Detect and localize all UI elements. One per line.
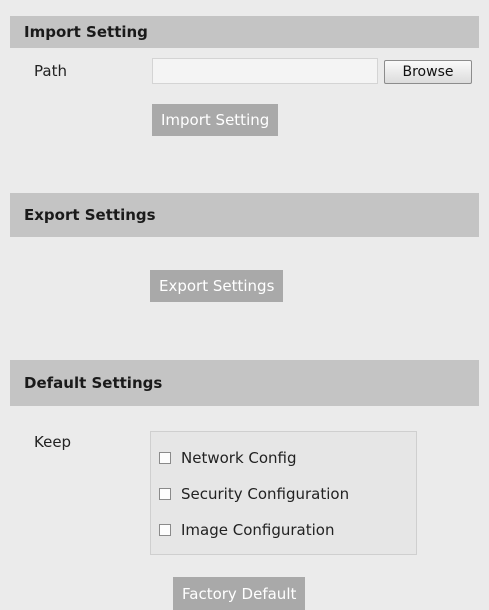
keep-options-panel: Network Config Security Configuration Im… [150, 431, 417, 555]
path-input[interactable] [152, 58, 378, 84]
image-configuration-option[interactable]: Image Configuration [159, 521, 334, 539]
import-setting-title: Import Setting [24, 23, 148, 41]
keep-label: Keep [34, 433, 72, 451]
path-label: Path [34, 62, 67, 80]
security-configuration-option[interactable]: Security Configuration [159, 485, 349, 503]
factory-default-button[interactable]: Factory Default [173, 577, 306, 610]
network-config-checkbox[interactable] [159, 452, 171, 464]
browse-button[interactable]: Browse [384, 60, 472, 84]
import-setting-button[interactable]: Import Setting [152, 104, 279, 136]
default-settings-header: Default Settings [10, 360, 479, 406]
security-configuration-checkbox[interactable] [159, 488, 171, 500]
image-configuration-label: Image Configuration [181, 521, 335, 539]
export-settings-title: Export Settings [24, 206, 156, 224]
export-settings-header: Export Settings [10, 193, 479, 237]
import-setting-header: Import Setting [10, 16, 479, 48]
network-config-label: Network Config [181, 449, 297, 467]
security-configuration-label: Security Configuration [181, 485, 350, 503]
export-settings-button[interactable]: Export Settings [150, 270, 284, 302]
default-settings-title: Default Settings [24, 374, 163, 392]
image-configuration-checkbox[interactable] [159, 524, 171, 536]
network-config-option[interactable]: Network Config [159, 449, 297, 467]
